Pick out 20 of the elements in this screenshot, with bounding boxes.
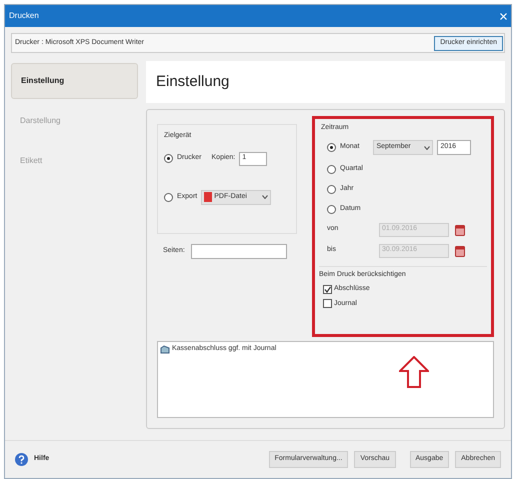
checkbox[interactable] bbox=[323, 299, 332, 308]
pages-field[interactable] bbox=[190, 244, 287, 259]
radio-button[interactable] bbox=[327, 143, 336, 152]
checkbox[interactable] bbox=[323, 284, 332, 294]
caret-icon bbox=[424, 146, 430, 150]
window-title: Drucken bbox=[9, 10, 39, 22]
radio-button[interactable] bbox=[164, 192, 173, 202]
radio-button[interactable] bbox=[327, 165, 336, 174]
page-heading: Einstellung bbox=[156, 72, 230, 92]
close-icon[interactable] bbox=[500, 12, 507, 20]
radio-button[interactable] bbox=[164, 154, 173, 163]
sidebar-item[interactable]: Einstellung bbox=[11, 63, 138, 99]
radio-button[interactable] bbox=[327, 205, 336, 214]
radio-button[interactable] bbox=[327, 185, 336, 194]
up-arrow-icon bbox=[399, 356, 429, 388]
check-icon bbox=[324, 286, 331, 293]
calendar-icon[interactable] bbox=[455, 224, 465, 236]
caret-icon bbox=[262, 195, 268, 199]
help-icon[interactable] bbox=[15, 453, 28, 466]
calendar-icon[interactable] bbox=[455, 244, 465, 256]
